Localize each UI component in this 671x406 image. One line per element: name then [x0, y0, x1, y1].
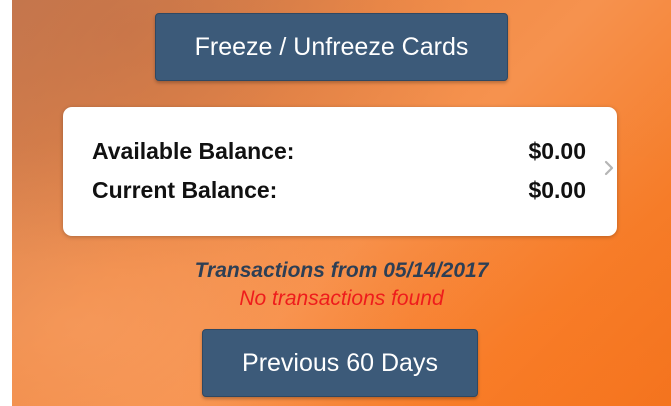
current-balance-label: Current Balance:	[92, 177, 278, 203]
current-balance-row: Current Balance: $0.00	[92, 177, 586, 204]
freeze-unfreeze-cards-button[interactable]: Freeze / Unfreeze Cards	[155, 13, 508, 81]
freeze-unfreeze-cards-label: Freeze / Unfreeze Cards	[194, 32, 469, 61]
previous-60-days-label: Previous 60 Days	[242, 348, 438, 377]
previous-60-days-button[interactable]: Previous 60 Days	[202, 329, 478, 397]
available-balance-row: Available Balance: $0.00	[92, 138, 586, 165]
no-transactions-message: No transactions found	[239, 287, 444, 310]
available-balance-label: Available Balance:	[92, 138, 295, 164]
balance-card[interactable]: Available Balance: $0.00 Current Balance…	[63, 107, 617, 236]
available-balance-value: $0.00	[528, 138, 586, 164]
current-balance-value: $0.00	[528, 177, 586, 203]
chevron-right-icon	[601, 159, 617, 177]
transactions-heading: Transactions from 05/14/2017	[194, 259, 489, 282]
app-screen: Freeze / Unfreeze Cards Available Balanc…	[12, 0, 671, 406]
